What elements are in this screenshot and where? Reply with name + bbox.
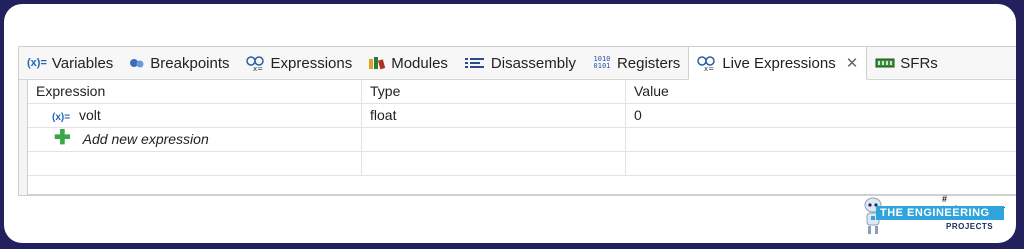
screenshot-frame: (x)= Variables Breakpoints x= Expression… <box>4 4 1016 243</box>
tab-label: Variables <box>51 54 114 72</box>
variable-icon: (x)= <box>52 112 71 123</box>
empty-cell <box>362 152 626 175</box>
tab-label: Breakpoints <box>150 54 230 72</box>
column-header-expression[interactable]: Expression <box>28 80 362 103</box>
tab-label: Modules <box>391 54 448 72</box>
tab-variables[interactable]: (x)= Variables <box>19 47 121 79</box>
tab-modules[interactable]: Modules <box>360 47 456 79</box>
column-header-type[interactable]: Type <box>362 80 626 103</box>
empty-cell <box>626 128 1016 151</box>
tab-label: Expressions <box>270 54 353 72</box>
empty-cell <box>362 128 626 151</box>
watermark-logo: # technopreneur THE ENGINEERING PROJECTS <box>862 192 1012 240</box>
modules-icon <box>368 56 386 70</box>
tab-sfrs[interactable]: SFRs <box>867 47 946 79</box>
tab-label: SFRs <box>900 54 938 72</box>
sfrs-icon <box>875 57 895 69</box>
empty-cell <box>626 152 1016 175</box>
value-cell[interactable]: 0 <box>626 104 1016 127</box>
table-row-empty <box>28 152 1016 176</box>
debug-views-panel: (x)= Variables Breakpoints x= Expression… <box>18 46 1016 196</box>
table-header-row: Expression Type Value <box>28 80 1016 104</box>
tab-disassembly[interactable]: Disassembly <box>456 47 584 79</box>
add-expression-row[interactable]: ✚ Add new expression <box>28 128 1016 152</box>
view-tab-bar: (x)= Variables Breakpoints x= Expression… <box>19 47 1016 80</box>
add-expression-label: Add new expression <box>82 131 209 147</box>
breakpoints-icon <box>129 57 145 69</box>
column-header-value[interactable]: Value <box>626 80 1016 103</box>
logo-subtitle: PROJECTS <box>946 222 994 231</box>
expressions-icon: x= <box>245 55 266 71</box>
tab-label: Registers <box>616 54 681 72</box>
type-cell: float <box>362 104 626 127</box>
tab-label: Live Expressions <box>722 54 836 72</box>
tab-registers[interactable]: 1010 0101 Registers <box>584 47 688 79</box>
tab-live-expressions[interactable]: x= Live Expressions ✕ <box>688 47 868 80</box>
add-expression-cell[interactable]: ✚ Add new expression <box>28 128 362 151</box>
logo-title: THE ENGINEERING <box>876 206 1004 220</box>
table-row[interactable]: (x)= volt float 0 <box>28 104 1016 128</box>
close-icon[interactable]: ✕ <box>846 54 859 72</box>
svg-text:x=: x= <box>704 65 714 71</box>
variables-icon: (x)= <box>27 57 47 69</box>
tab-label: Disassembly <box>490 54 576 72</box>
svg-text:x=: x= <box>253 65 263 71</box>
live-expressions-icon: x= <box>697 55 717 71</box>
add-icon: ✚ <box>54 127 71 149</box>
tab-expressions[interactable]: x= Expressions <box>238 47 361 79</box>
expression-name: volt <box>78 107 101 123</box>
empty-cell <box>28 152 362 175</box>
disassembly-icon <box>464 56 486 70</box>
expression-cell[interactable]: (x)= volt <box>28 104 362 127</box>
live-expressions-table: Expression Type Value (x)= volt float 0 … <box>27 80 1016 195</box>
registers-icon: 1010 0101 <box>593 55 611 70</box>
tab-breakpoints[interactable]: Breakpoints <box>121 47 237 79</box>
